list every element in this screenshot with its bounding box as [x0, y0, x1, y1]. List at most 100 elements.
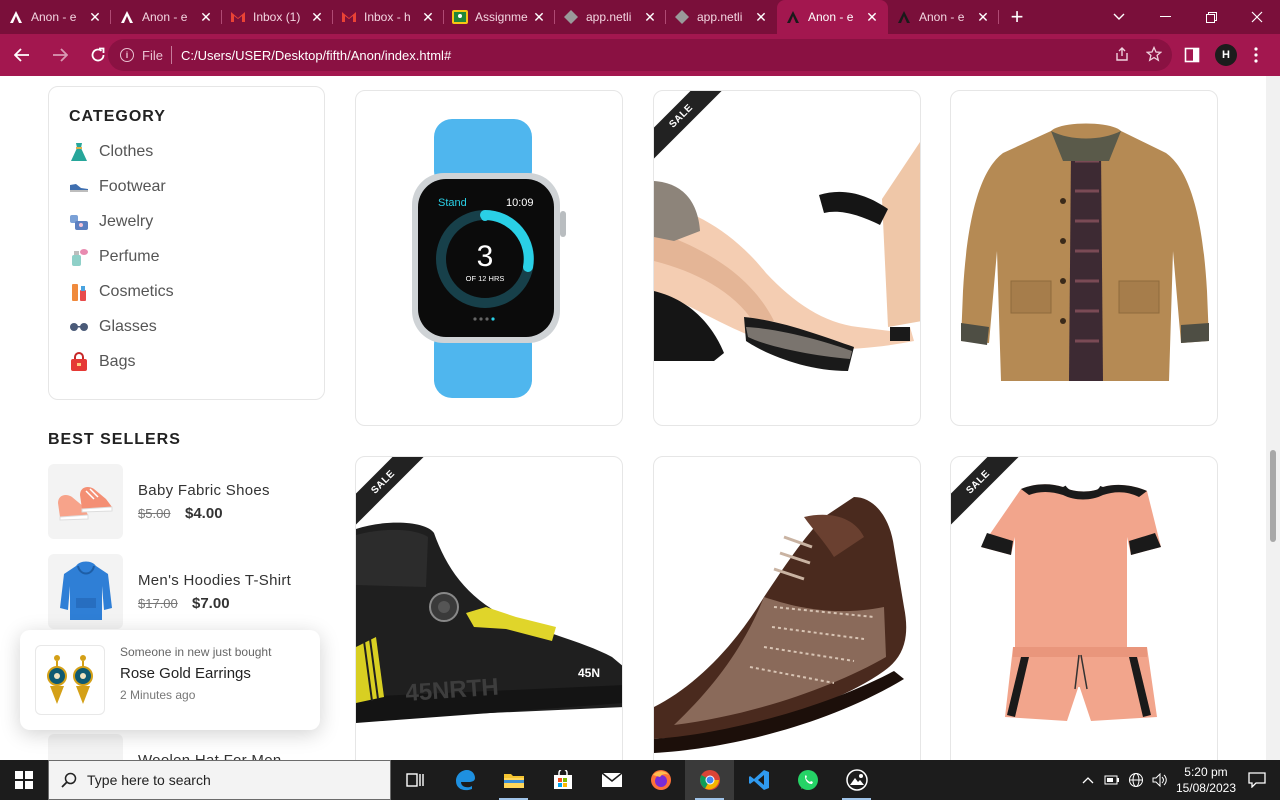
best-seller-item[interactable]: Woolen Hat For Men — [48, 734, 325, 760]
best-seller-item[interactable]: Men's Hoodies T-Shirt $17.00 $7.00 — [48, 554, 325, 630]
best-seller-item[interactable]: Baby Fabric Shoes $5.00 $4.00 — [48, 464, 325, 540]
minimize-button[interactable] — [1142, 0, 1188, 34]
taskbar-search[interactable]: Type here to search — [48, 760, 391, 800]
shoe-icon — [69, 177, 89, 197]
browser-tab[interactable]: Inbox - h ✕ — [333, 0, 444, 34]
close-tab-icon[interactable]: ✕ — [420, 9, 436, 26]
address-bar[interactable]: i File C:/Users/USER/Desktop/fifth/Anon/… — [108, 39, 1172, 71]
task-view-icon[interactable] — [391, 760, 440, 800]
browser-tab[interactable]: app.netli ✕ — [555, 0, 666, 34]
close-window-button[interactable] — [1234, 0, 1280, 34]
profile-avatar[interactable]: H — [1215, 44, 1237, 66]
close-tab-icon[interactable]: ✕ — [753, 9, 769, 26]
volume-icon[interactable] — [1152, 773, 1168, 787]
chrome-icon[interactable] — [685, 760, 734, 800]
category-item-cosmetics[interactable]: Cosmetics — [69, 280, 174, 304]
close-tab-icon[interactable]: ✕ — [87, 9, 103, 26]
edge-browser-icon[interactable] — [440, 760, 489, 800]
new-tab-button[interactable]: + — [999, 0, 1035, 34]
old-price: $17.00 — [138, 596, 178, 611]
product-card-formal-shoe[interactable] — [653, 456, 921, 760]
category-item-footwear[interactable]: Footwear — [69, 175, 166, 199]
tab-label: Inbox (1) — [253, 10, 301, 24]
netlify-icon — [674, 9, 690, 25]
category-label: Bags — [99, 353, 136, 370]
clock-date: 15/08/2023 — [1175, 781, 1236, 795]
current-price: $7.00 — [192, 595, 230, 612]
formal-shoe-image — [654, 497, 907, 753]
gmail-icon — [341, 9, 357, 25]
vscode-icon[interactable] — [734, 760, 783, 800]
file-explorer-icon[interactable] — [489, 760, 538, 800]
browser-tab[interactable]: Inbox (1) ✕ — [222, 0, 333, 34]
category-item-perfume[interactable]: Perfume — [69, 245, 159, 269]
perfume-icon — [69, 247, 89, 267]
browser-tab[interactable]: app.netli ✕ — [666, 0, 777, 34]
search-icon — [61, 772, 77, 788]
netlify-icon — [563, 9, 579, 25]
scrollbar-thumb[interactable] — [1270, 450, 1276, 542]
bookmark-star-icon[interactable] — [1145, 45, 1163, 66]
product-card-heels[interactable]: SALE — [653, 90, 921, 426]
close-tab-icon[interactable]: ✕ — [864, 9, 880, 26]
tshirt-set-image — [981, 484, 1161, 721]
whatsapp-icon[interactable] — [783, 760, 832, 800]
bag-icon — [69, 352, 89, 372]
browser-tab[interactable]: Anon - e ✕ — [888, 0, 999, 34]
category-item-jewelry[interactable]: Jewelry — [69, 210, 153, 234]
share-icon[interactable] — [1114, 46, 1130, 66]
heels-image — [654, 142, 920, 371]
browser-toolbar: i File C:/Users/USER/Desktop/fifth/Anon/… — [0, 34, 1280, 76]
glasses-icon — [69, 317, 89, 337]
restore-button[interactable] — [1188, 0, 1234, 34]
product-card-tshirt-set[interactable]: SALE — [950, 456, 1218, 760]
browser-tab-active[interactable]: Anon - e ✕ — [777, 0, 888, 34]
network-globe-icon[interactable] — [1128, 772, 1144, 788]
page-scrollbar[interactable] — [1266, 76, 1280, 760]
shoe-logo-text: 45N — [578, 666, 600, 680]
menu-kebab-icon[interactable] — [1254, 34, 1258, 76]
category-title: CATEGORY — [69, 108, 166, 125]
category-item-clothes[interactable]: Clothes — [69, 140, 153, 164]
classroom-icon — [452, 9, 468, 25]
browser-tab[interactable]: Anon - e ✕ — [111, 0, 222, 34]
side-panel-icon[interactable] — [1184, 34, 1200, 76]
battery-icon[interactable] — [1104, 774, 1120, 786]
photos-icon[interactable] — [832, 760, 881, 800]
close-tab-icon[interactable]: ✕ — [309, 9, 325, 26]
recent-purchase-toast[interactable]: Someone in new just bought Rose Gold Ear… — [20, 630, 320, 730]
old-price: $5.00 — [138, 506, 171, 521]
anon-favicon-icon — [8, 9, 24, 25]
info-icon[interactable]: i — [120, 48, 134, 62]
anon-favicon-icon — [119, 9, 135, 25]
notifications-icon[interactable] — [1248, 772, 1266, 788]
category-item-glasses[interactable]: Glasses — [69, 315, 157, 339]
hoodie-image — [48, 554, 123, 629]
show-hidden-icons-chevron-icon[interactable] — [1082, 776, 1094, 784]
tab-search-chevron-icon[interactable] — [1096, 0, 1142, 34]
product-card-smartwatch[interactable]: Stand 10:09 3 OF 12 HRS — [355, 90, 623, 426]
close-tab-icon[interactable]: ✕ — [198, 9, 214, 26]
close-tab-icon[interactable]: ✕ — [642, 9, 658, 26]
product-card-jacket[interactable] — [950, 90, 1218, 426]
forward-button[interactable] — [44, 39, 76, 71]
tab-strip: Anon - e ✕ Anon - e ✕ Inbox (1) ✕ Inbox … — [0, 0, 1280, 34]
address-url[interactable]: C:/Users/USER/Desktop/fifth/Anon/index.h… — [181, 48, 451, 63]
product-card-cycling-shoe[interactable]: 45NRTH 45N SALE — [355, 456, 623, 760]
windows-taskbar: Type here to search 5:20 pm 15/08/2023 — [0, 760, 1280, 800]
earrings-image — [35, 645, 105, 715]
close-tab-icon[interactable]: ✕ — [975, 9, 991, 26]
browser-tab[interactable]: Anon - e ✕ — [0, 0, 111, 34]
close-tab-icon[interactable]: ✕ — [531, 9, 547, 26]
back-button[interactable] — [6, 39, 38, 71]
browser-tab[interactable]: Assignme ✕ — [444, 0, 555, 34]
windows-start-icon[interactable] — [0, 760, 48, 800]
firefox-icon[interactable] — [636, 760, 685, 800]
microsoft-store-icon[interactable] — [538, 760, 587, 800]
tab-label: Anon - e — [919, 10, 965, 24]
mail-icon[interactable] — [587, 760, 636, 800]
cosmetics-icon — [69, 282, 89, 302]
category-item-bags[interactable]: Bags — [69, 350, 135, 374]
search-placeholder: Type here to search — [87, 772, 211, 788]
taskbar-clock[interactable]: 5:20 pm 15/08/2023 — [1176, 764, 1236, 796]
